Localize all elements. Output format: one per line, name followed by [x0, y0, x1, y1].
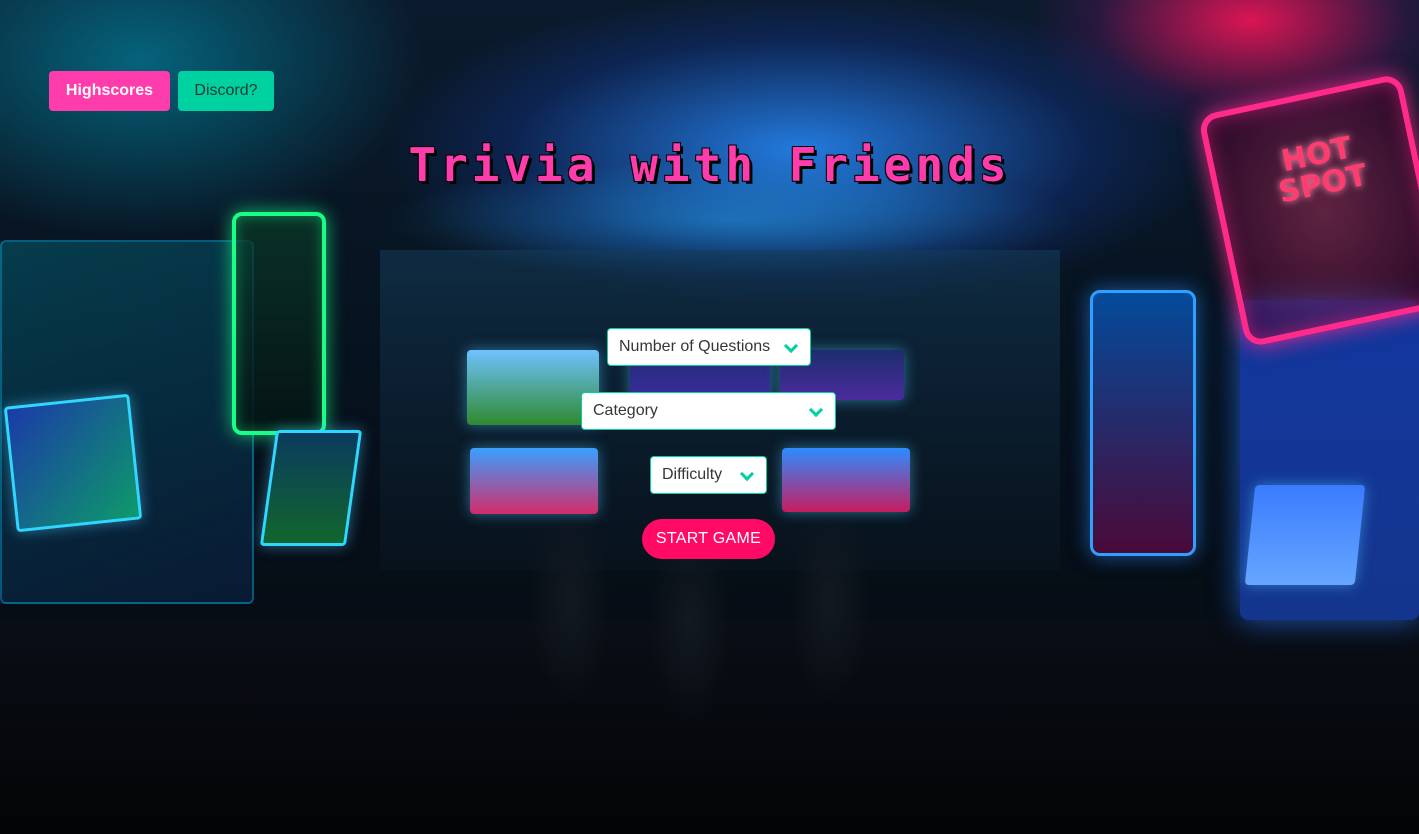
arcade-page: HOT SPOT Highscores Discord? Trivia with… [0, 0, 1419, 834]
arcade-screen-mid-2 [470, 448, 598, 514]
arcade-cabinet-right [1240, 300, 1419, 620]
arcade-screen-mid-1 [467, 350, 599, 425]
category-label: Category [593, 402, 658, 419]
arcade-cabinet-green [232, 212, 326, 435]
arcade-screen-mid-5 [782, 448, 910, 512]
arcade-screen-green [259, 430, 363, 546]
difficulty-select[interactable]: Difficulty [650, 456, 767, 494]
top-nav: Highscores Discord? [49, 71, 274, 111]
arcade-cabinet-left [0, 240, 254, 604]
discord-button[interactable]: Discord? [178, 71, 274, 111]
page-title: Trivia with Friends [408, 138, 1011, 192]
arcade-screen-left [3, 393, 143, 533]
arcade-screen-right [1244, 485, 1366, 585]
difficulty-label: Difficulty [662, 466, 723, 483]
number-of-questions-label: Number of Questions [619, 338, 771, 355]
start-game-button[interactable]: START GAME [642, 519, 775, 559]
chevron-down-icon [808, 402, 824, 418]
floor [0, 620, 1419, 834]
chevron-down-icon [783, 338, 799, 354]
highscores-button[interactable]: Highscores [49, 71, 170, 111]
hotspot-neon-sign [1197, 73, 1419, 348]
number-of-questions-select[interactable]: Number of Questions [607, 328, 811, 366]
chevron-down-icon [739, 466, 755, 482]
category-select[interactable]: Category [581, 392, 836, 430]
arcade-cabinet-right-blue [1090, 290, 1196, 556]
